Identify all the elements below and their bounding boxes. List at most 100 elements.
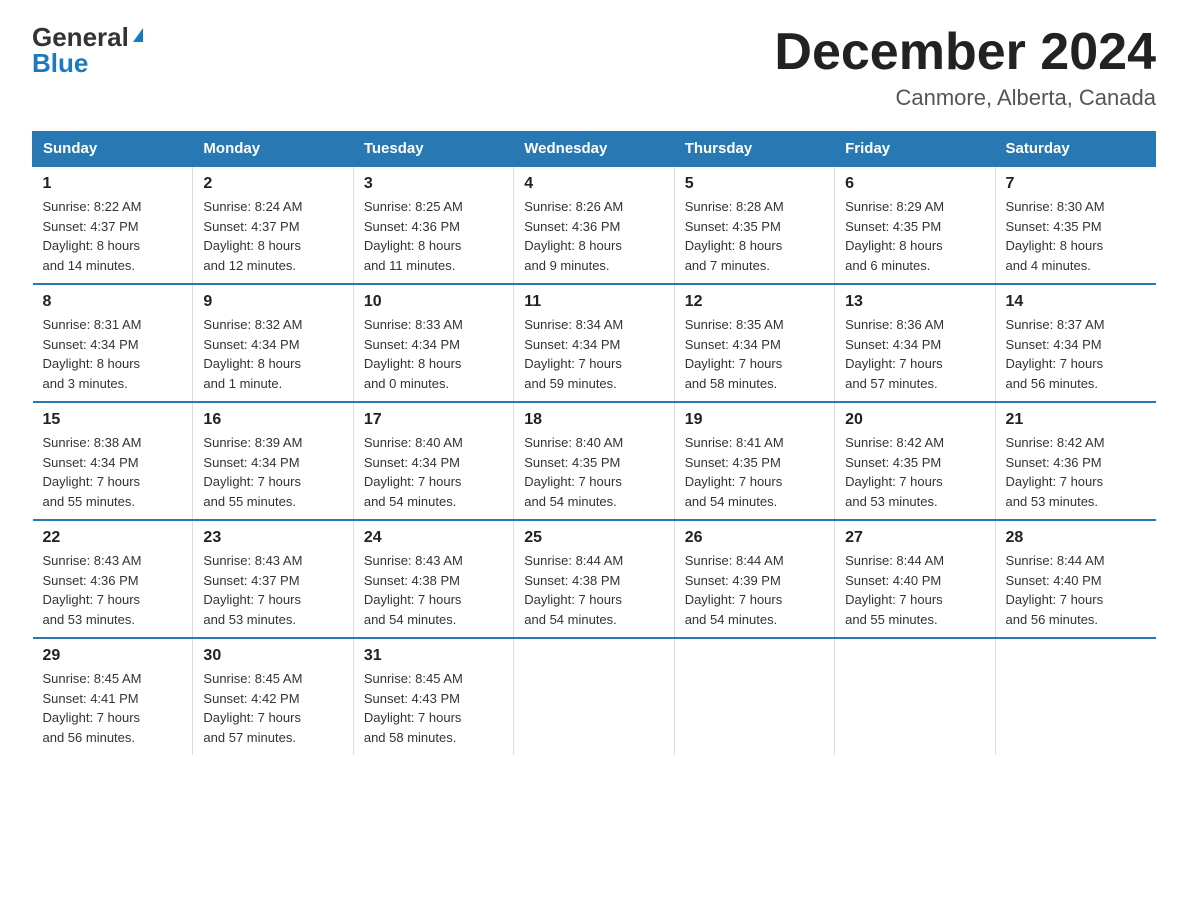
calendar-cell: 20 Sunrise: 8:42 AM Sunset: 4:35 PM Dayli… xyxy=(835,402,995,520)
day-number: 16 xyxy=(203,411,342,429)
day-number: 25 xyxy=(524,529,663,547)
day-number: 24 xyxy=(364,529,503,547)
day-number: 4 xyxy=(524,175,663,193)
calendar-cell: 28 Sunrise: 8:44 AM Sunset: 4:40 PM Dayli… xyxy=(995,520,1155,638)
week-row-2: 8Sunrise: 8:31 AM Sunset: 4:34 PM Daylig… xyxy=(33,284,1156,402)
day-info: Sunrise: 8:26 AM Sunset: 4:36 PM Dayligh… xyxy=(524,197,663,275)
day-info: Sunrise: 8:43 AM Sunset: 4:37 PM Dayligh… xyxy=(203,551,342,629)
day-info: Sunrise: 8:42 AM Sunset: 4:35 PM Dayligh… xyxy=(845,433,984,511)
calendar-cell: 15Sunrise: 8:38 AM Sunset: 4:34 PM Dayli… xyxy=(33,402,193,520)
calendar-cell: 9 Sunrise: 8:32 AM Sunset: 4:34 PM Daylig… xyxy=(193,284,353,402)
day-number: 8 xyxy=(43,293,183,311)
page-header: General Blue December 2024 Canmore, Albe… xyxy=(32,24,1156,111)
calendar-cell: 22Sunrise: 8:43 AM Sunset: 4:36 PM Dayli… xyxy=(33,520,193,638)
calendar-cell xyxy=(674,638,834,755)
calendar-cell: 2 Sunrise: 8:24 AM Sunset: 4:37 PM Daylig… xyxy=(193,166,353,284)
day-number: 7 xyxy=(1006,175,1146,193)
calendar-cell: 19 Sunrise: 8:41 AM Sunset: 4:35 PM Dayli… xyxy=(674,402,834,520)
subtitle: Canmore, Alberta, Canada xyxy=(774,85,1156,111)
day-info: Sunrise: 8:30 AM Sunset: 4:35 PM Dayligh… xyxy=(1006,197,1146,275)
day-number: 10 xyxy=(364,293,503,311)
calendar-cell: 30 Sunrise: 8:45 AM Sunset: 4:42 PM Dayli… xyxy=(193,638,353,755)
calendar-cell: 23 Sunrise: 8:43 AM Sunset: 4:37 PM Dayli… xyxy=(193,520,353,638)
day-number: 3 xyxy=(364,175,503,193)
day-info: Sunrise: 8:44 AM Sunset: 4:40 PM Dayligh… xyxy=(1006,551,1146,629)
day-number: 11 xyxy=(524,293,663,311)
day-info: Sunrise: 8:39 AM Sunset: 4:34 PM Dayligh… xyxy=(203,433,342,511)
day-info: Sunrise: 8:41 AM Sunset: 4:35 PM Dayligh… xyxy=(685,433,824,511)
day-info: Sunrise: 8:40 AM Sunset: 4:35 PM Dayligh… xyxy=(524,433,663,511)
calendar-cell: 13Sunrise: 8:36 AM Sunset: 4:34 PM Dayli… xyxy=(835,284,995,402)
day-info: Sunrise: 8:25 AM Sunset: 4:36 PM Dayligh… xyxy=(364,197,503,275)
calendar-cell: 24 Sunrise: 8:43 AM Sunset: 4:38 PM Dayli… xyxy=(353,520,513,638)
day-number: 14 xyxy=(1006,293,1146,311)
calendar-cell: 10 Sunrise: 8:33 AM Sunset: 4:34 PM Dayli… xyxy=(353,284,513,402)
calendar-table: SundayMondayTuesdayWednesdayThursdayFrid… xyxy=(32,131,1156,755)
calendar-cell xyxy=(835,638,995,755)
day-number: 1 xyxy=(43,175,183,193)
day-number: 21 xyxy=(1006,411,1146,429)
week-row-4: 22Sunrise: 8:43 AM Sunset: 4:36 PM Dayli… xyxy=(33,520,1156,638)
day-info: Sunrise: 8:35 AM Sunset: 4:34 PM Dayligh… xyxy=(685,315,824,393)
calendar-cell: 14 Sunrise: 8:37 AM Sunset: 4:34 PM Dayli… xyxy=(995,284,1155,402)
calendar-cell: 11 Sunrise: 8:34 AM Sunset: 4:34 PM Dayli… xyxy=(514,284,674,402)
day-number: 26 xyxy=(685,529,824,547)
day-number: 31 xyxy=(364,647,503,665)
day-info: Sunrise: 8:45 AM Sunset: 4:43 PM Dayligh… xyxy=(364,669,503,747)
day-number: 6 xyxy=(845,175,984,193)
day-number: 12 xyxy=(685,293,824,311)
day-number: 2 xyxy=(203,175,342,193)
title-block: December 2024 Canmore, Alberta, Canada xyxy=(774,24,1156,111)
calendar-header-row: SundayMondayTuesdayWednesdayThursdayFrid… xyxy=(33,132,1156,167)
calendar-cell: 7 Sunrise: 8:30 AM Sunset: 4:35 PM Daylig… xyxy=(995,166,1155,284)
calendar-cell xyxy=(995,638,1155,755)
day-number: 5 xyxy=(685,175,824,193)
day-info: Sunrise: 8:37 AM Sunset: 4:34 PM Dayligh… xyxy=(1006,315,1146,393)
logo-triangle-icon xyxy=(133,28,143,42)
calendar-cell xyxy=(514,638,674,755)
day-number: 28 xyxy=(1006,529,1146,547)
calendar-cell: 12 Sunrise: 8:35 AM Sunset: 4:34 PM Dayli… xyxy=(674,284,834,402)
day-number: 18 xyxy=(524,411,663,429)
day-number: 20 xyxy=(845,411,984,429)
calendar-cell: 29Sunrise: 8:45 AM Sunset: 4:41 PM Dayli… xyxy=(33,638,193,755)
day-info: Sunrise: 8:44 AM Sunset: 4:39 PM Dayligh… xyxy=(685,551,824,629)
header-cell-sunday: Sunday xyxy=(33,132,193,167)
day-info: Sunrise: 8:45 AM Sunset: 4:42 PM Dayligh… xyxy=(203,669,342,747)
logo-blue-text: Blue xyxy=(32,50,88,76)
main-title: December 2024 xyxy=(774,24,1156,81)
calendar-cell: 17Sunrise: 8:40 AM Sunset: 4:34 PM Dayli… xyxy=(353,402,513,520)
calendar-cell: 25Sunrise: 8:44 AM Sunset: 4:38 PM Dayli… xyxy=(514,520,674,638)
day-info: Sunrise: 8:22 AM Sunset: 4:37 PM Dayligh… xyxy=(43,197,183,275)
day-info: Sunrise: 8:44 AM Sunset: 4:40 PM Dayligh… xyxy=(845,551,984,629)
calendar-cell: 31 Sunrise: 8:45 AM Sunset: 4:43 PM Dayli… xyxy=(353,638,513,755)
day-number: 22 xyxy=(43,529,183,547)
day-number: 29 xyxy=(43,647,183,665)
header-cell-thursday: Thursday xyxy=(674,132,834,167)
day-number: 9 xyxy=(203,293,342,311)
calendar-cell: 3 Sunrise: 8:25 AM Sunset: 4:36 PM Daylig… xyxy=(353,166,513,284)
calendar-cell: 16 Sunrise: 8:39 AM Sunset: 4:34 PM Dayli… xyxy=(193,402,353,520)
day-info: Sunrise: 8:24 AM Sunset: 4:37 PM Dayligh… xyxy=(203,197,342,275)
day-number: 15 xyxy=(43,411,183,429)
calendar-cell: 8Sunrise: 8:31 AM Sunset: 4:34 PM Daylig… xyxy=(33,284,193,402)
day-info: Sunrise: 8:33 AM Sunset: 4:34 PM Dayligh… xyxy=(364,315,503,393)
day-info: Sunrise: 8:28 AM Sunset: 4:35 PM Dayligh… xyxy=(685,197,824,275)
day-number: 23 xyxy=(203,529,342,547)
calendar-cell: 4 Sunrise: 8:26 AM Sunset: 4:36 PM Daylig… xyxy=(514,166,674,284)
logo-general-text: General xyxy=(32,24,129,50)
day-info: Sunrise: 8:34 AM Sunset: 4:34 PM Dayligh… xyxy=(524,315,663,393)
day-info: Sunrise: 8:43 AM Sunset: 4:38 PM Dayligh… xyxy=(364,551,503,629)
calendar-cell: 26 Sunrise: 8:44 AM Sunset: 4:39 PM Dayli… xyxy=(674,520,834,638)
header-cell-monday: Monday xyxy=(193,132,353,167)
calendar-cell: 5 Sunrise: 8:28 AM Sunset: 4:35 PM Daylig… xyxy=(674,166,834,284)
logo: General Blue xyxy=(32,24,143,76)
day-info: Sunrise: 8:32 AM Sunset: 4:34 PM Dayligh… xyxy=(203,315,342,393)
day-number: 19 xyxy=(685,411,824,429)
header-cell-friday: Friday xyxy=(835,132,995,167)
day-number: 27 xyxy=(845,529,984,547)
week-row-5: 29Sunrise: 8:45 AM Sunset: 4:41 PM Dayli… xyxy=(33,638,1156,755)
header-cell-wednesday: Wednesday xyxy=(514,132,674,167)
day-number: 13 xyxy=(845,293,984,311)
day-number: 30 xyxy=(203,647,342,665)
